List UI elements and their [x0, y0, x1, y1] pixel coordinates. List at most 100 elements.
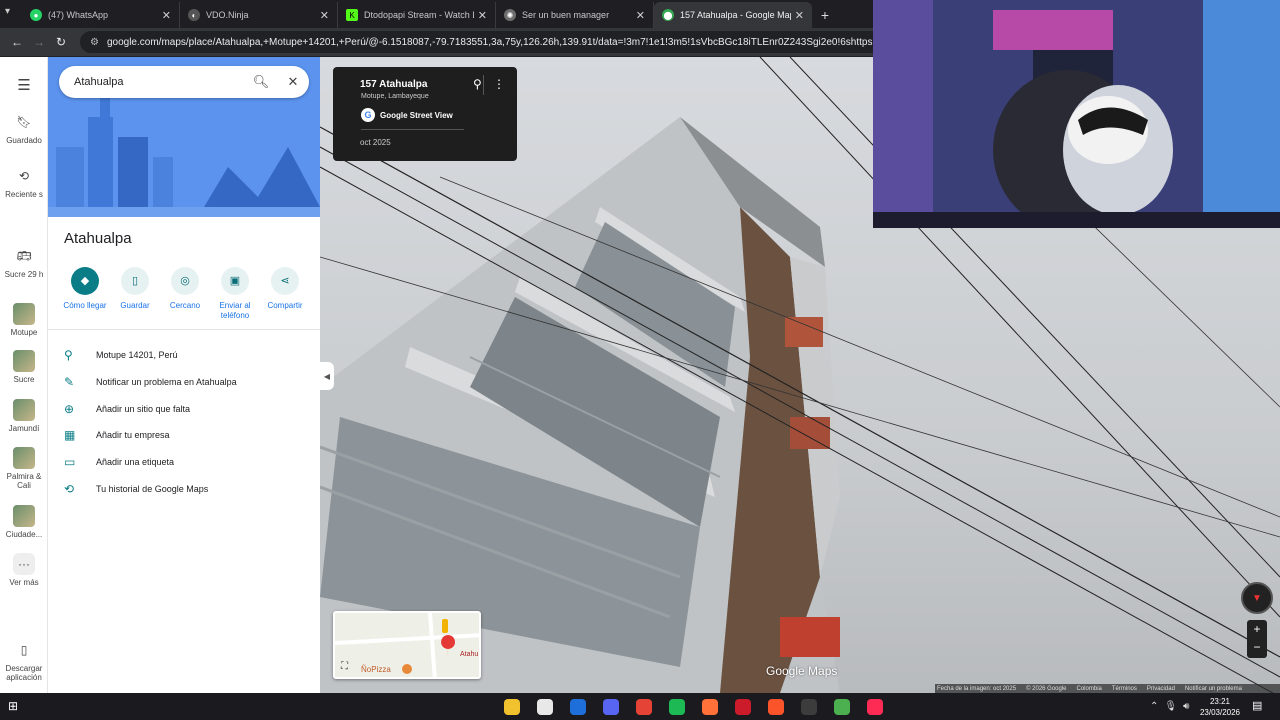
close-tab-icon[interactable]: ✕ — [795, 9, 804, 22]
vdo-ninja-icon: ◐ — [188, 9, 200, 21]
rail-item-recents[interactable]: ⟲ Reciente s — [0, 165, 48, 199]
system-tray: ⌃ 🎙︎ 🔊︎ — [1150, 693, 1189, 720]
notifications-icon[interactable]: ▤ — [1252, 699, 1262, 712]
search-icon[interactable]: 🔍︎ — [245, 74, 277, 90]
location-pin-icon[interactable]: ⚲ — [473, 77, 482, 91]
street-view-info-card: 157 Atahualpa Motupe, Lambayeque ⚲ ⋮ G G… — [333, 67, 517, 161]
tab-google-maps[interactable]: ⬤ 157 Atahualpa - Google Maps ✕ — [654, 2, 812, 28]
info-text: Añadir una etiqueta — [96, 457, 175, 468]
terms-link[interactable]: Términos — [1112, 686, 1137, 692]
street-view-subtitle: Motupe, Lambayeque — [361, 93, 429, 100]
back-button[interactable]: ← — [6, 31, 28, 53]
place-panel: Atahualpa 🔍︎ ✕ Atahualpa ◆ Cómo llegar ▯… — [48, 57, 320, 693]
taskbar-clock[interactable]: 23:21 23/03/2026 — [1196, 696, 1244, 718]
info-row-report-problem[interactable]: ✎ Notificar un problema en Atahualpa — [48, 369, 320, 396]
taskbar-app[interactable] — [759, 693, 792, 720]
info-row-address[interactable]: ⚲ Motupe 14201, Perú — [48, 342, 320, 369]
taskbar-app[interactable] — [594, 693, 627, 720]
info-row-add-business[interactable]: ▦ Añadir tu empresa — [48, 422, 320, 449]
add-business-icon: ▦ — [64, 428, 76, 443]
info-text: Tu historial de Google Maps — [96, 483, 209, 494]
rail-item-label: Ciudade... — [5, 530, 43, 539]
nearby-button[interactable]: ◎ Cercano — [160, 267, 210, 321]
close-tab-icon[interactable]: ✕ — [162, 9, 171, 22]
rail-item-label: Descargar aplicación — [5, 664, 43, 682]
info-row-add-label[interactable]: ▭ Añadir una etiqueta — [48, 449, 320, 476]
search-input[interactable]: Atahualpa — [74, 76, 245, 88]
minimap-roads — [335, 613, 479, 677]
tab-title: (47) WhatsApp — [48, 10, 109, 20]
share-button[interactable]: ⋖ Compartir — [260, 267, 310, 321]
send-to-phone-button[interactable]: ▣ Enviar al teléfono — [210, 267, 260, 321]
volume-icon[interactable]: 🔊︎ — [1183, 701, 1189, 712]
search-box[interactable]: Atahualpa 🔍︎ ✕ — [59, 66, 309, 98]
zoom-in-button[interactable]: + — [1247, 620, 1267, 638]
divider — [361, 129, 464, 130]
tab-search-icon[interactable]: ▾ — [5, 6, 19, 20]
close-tab-icon[interactable]: ✕ — [320, 9, 329, 22]
region-link[interactable]: Colombia — [1077, 686, 1102, 692]
tab-whatsapp[interactable]: ● (47) WhatsApp ✕ — [22, 2, 180, 28]
report-problem-link[interactable]: Notificar un problema — [1185, 686, 1242, 692]
info-list: ⚲ Motupe 14201, Perú ✎ Notificar un prob… — [48, 342, 320, 502]
hamburger-menu-icon: ☰ — [17, 77, 31, 94]
tiktok-icon — [866, 698, 883, 715]
rail-item-label: Sucre — [13, 375, 35, 384]
new-tab-button[interactable]: + — [812, 2, 838, 28]
rail-item-see-more[interactable]: ··· Ver más — [0, 553, 48, 587]
rail-item-saved[interactable]: 🔖︎ Guardado — [0, 111, 48, 145]
rail-item-jamundi[interactable]: Jamundí — [0, 399, 48, 433]
info-row-maps-history[interactable]: ⟲ Tu historial de Google Maps — [48, 475, 320, 502]
close-tab-icon[interactable]: ✕ — [478, 9, 487, 22]
rail-item-label: Guardado — [6, 136, 42, 145]
rail-item-label: Jamundí — [8, 424, 40, 433]
close-icon[interactable]: ✕ — [277, 74, 309, 90]
more-options-icon[interactable]: ⋮ — [493, 77, 505, 91]
rail-item-ciudades[interactable]: Ciudade... — [0, 505, 48, 539]
rail-item-sucre-route[interactable]: 🚌︎ Sucre 29 h — [0, 245, 48, 279]
directions-button[interactable]: ◆ Cómo llegar — [60, 267, 110, 321]
rail-item-sucre[interactable]: Sucre — [0, 350, 48, 384]
taskbar-app[interactable] — [792, 693, 825, 720]
rail-item-palmira-cali[interactable]: Palmira & Cali — [0, 447, 48, 490]
site-info-icon[interactable]: ⚙ — [90, 37, 99, 48]
taskbar-app[interactable] — [693, 693, 726, 720]
rail-item-download-app[interactable]: ▯ Descargar aplicación — [0, 639, 48, 682]
forward-button[interactable]: → — [28, 31, 50, 53]
microphone-icon[interactable]: 🎙︎ — [1164, 701, 1177, 712]
minimap[interactable]: ÑoPizza Atahu ⛶ — [333, 611, 481, 679]
tab-chatgpt[interactable]: ✺ Ser un buen manager ✕ — [496, 2, 654, 28]
privacy-link[interactable]: Privacidad — [1147, 686, 1175, 692]
zoom-out-button[interactable]: − — [1247, 638, 1267, 656]
taskbar-app[interactable] — [627, 693, 660, 720]
taskbar-app[interactable] — [495, 693, 528, 720]
expand-icon[interactable]: ⛶ — [341, 661, 355, 675]
compass-icon[interactable]: ▼ — [1241, 582, 1273, 614]
place-title: Atahualpa — [64, 230, 132, 247]
chevron-up-icon[interactable]: ⌃ — [1150, 701, 1158, 712]
taskbar-app[interactable] — [726, 693, 759, 720]
taskbar-apps — [495, 693, 891, 720]
tab-vdo-ninja[interactable]: ◐ VDO.Ninja ✕ — [180, 2, 338, 28]
action-label: Cercano — [169, 301, 201, 310]
info-row-add-place[interactable]: ⊕ Añadir un sitio que falta — [48, 395, 320, 422]
taskbar-app[interactable] — [660, 693, 693, 720]
taskbar-app[interactable] — [528, 693, 561, 720]
rail-item-motupe[interactable]: Motupe — [0, 303, 48, 337]
collapse-panel-button[interactable]: ◀ — [320, 362, 334, 390]
attribution-bar: Fecha de la imagen: oct 2025 © 2026 Goog… — [935, 684, 1280, 693]
close-tab-icon[interactable]: ✕ — [636, 9, 645, 22]
tab-title: 157 Atahualpa - Google Maps — [680, 10, 791, 20]
action-label: Enviar al teléfono — [219, 301, 251, 320]
tab-kick-stream[interactable]: K Dtodopapi Stream - Watch Live ✕ — [338, 2, 496, 28]
taskbar-app[interactable] — [858, 693, 891, 720]
place-thumb-icon — [13, 505, 35, 527]
spotify-icon — [668, 698, 685, 715]
save-button[interactable]: ▯ Guardar — [110, 267, 160, 321]
menu-button[interactable]: ☰ — [0, 75, 48, 100]
windows-start-icon[interactable]: ⊞ — [8, 699, 22, 713]
reload-button[interactable]: ↻ — [50, 31, 72, 53]
taskbar-app[interactable] — [825, 693, 858, 720]
chrome-icon — [635, 698, 652, 715]
taskbar-app[interactable] — [561, 693, 594, 720]
